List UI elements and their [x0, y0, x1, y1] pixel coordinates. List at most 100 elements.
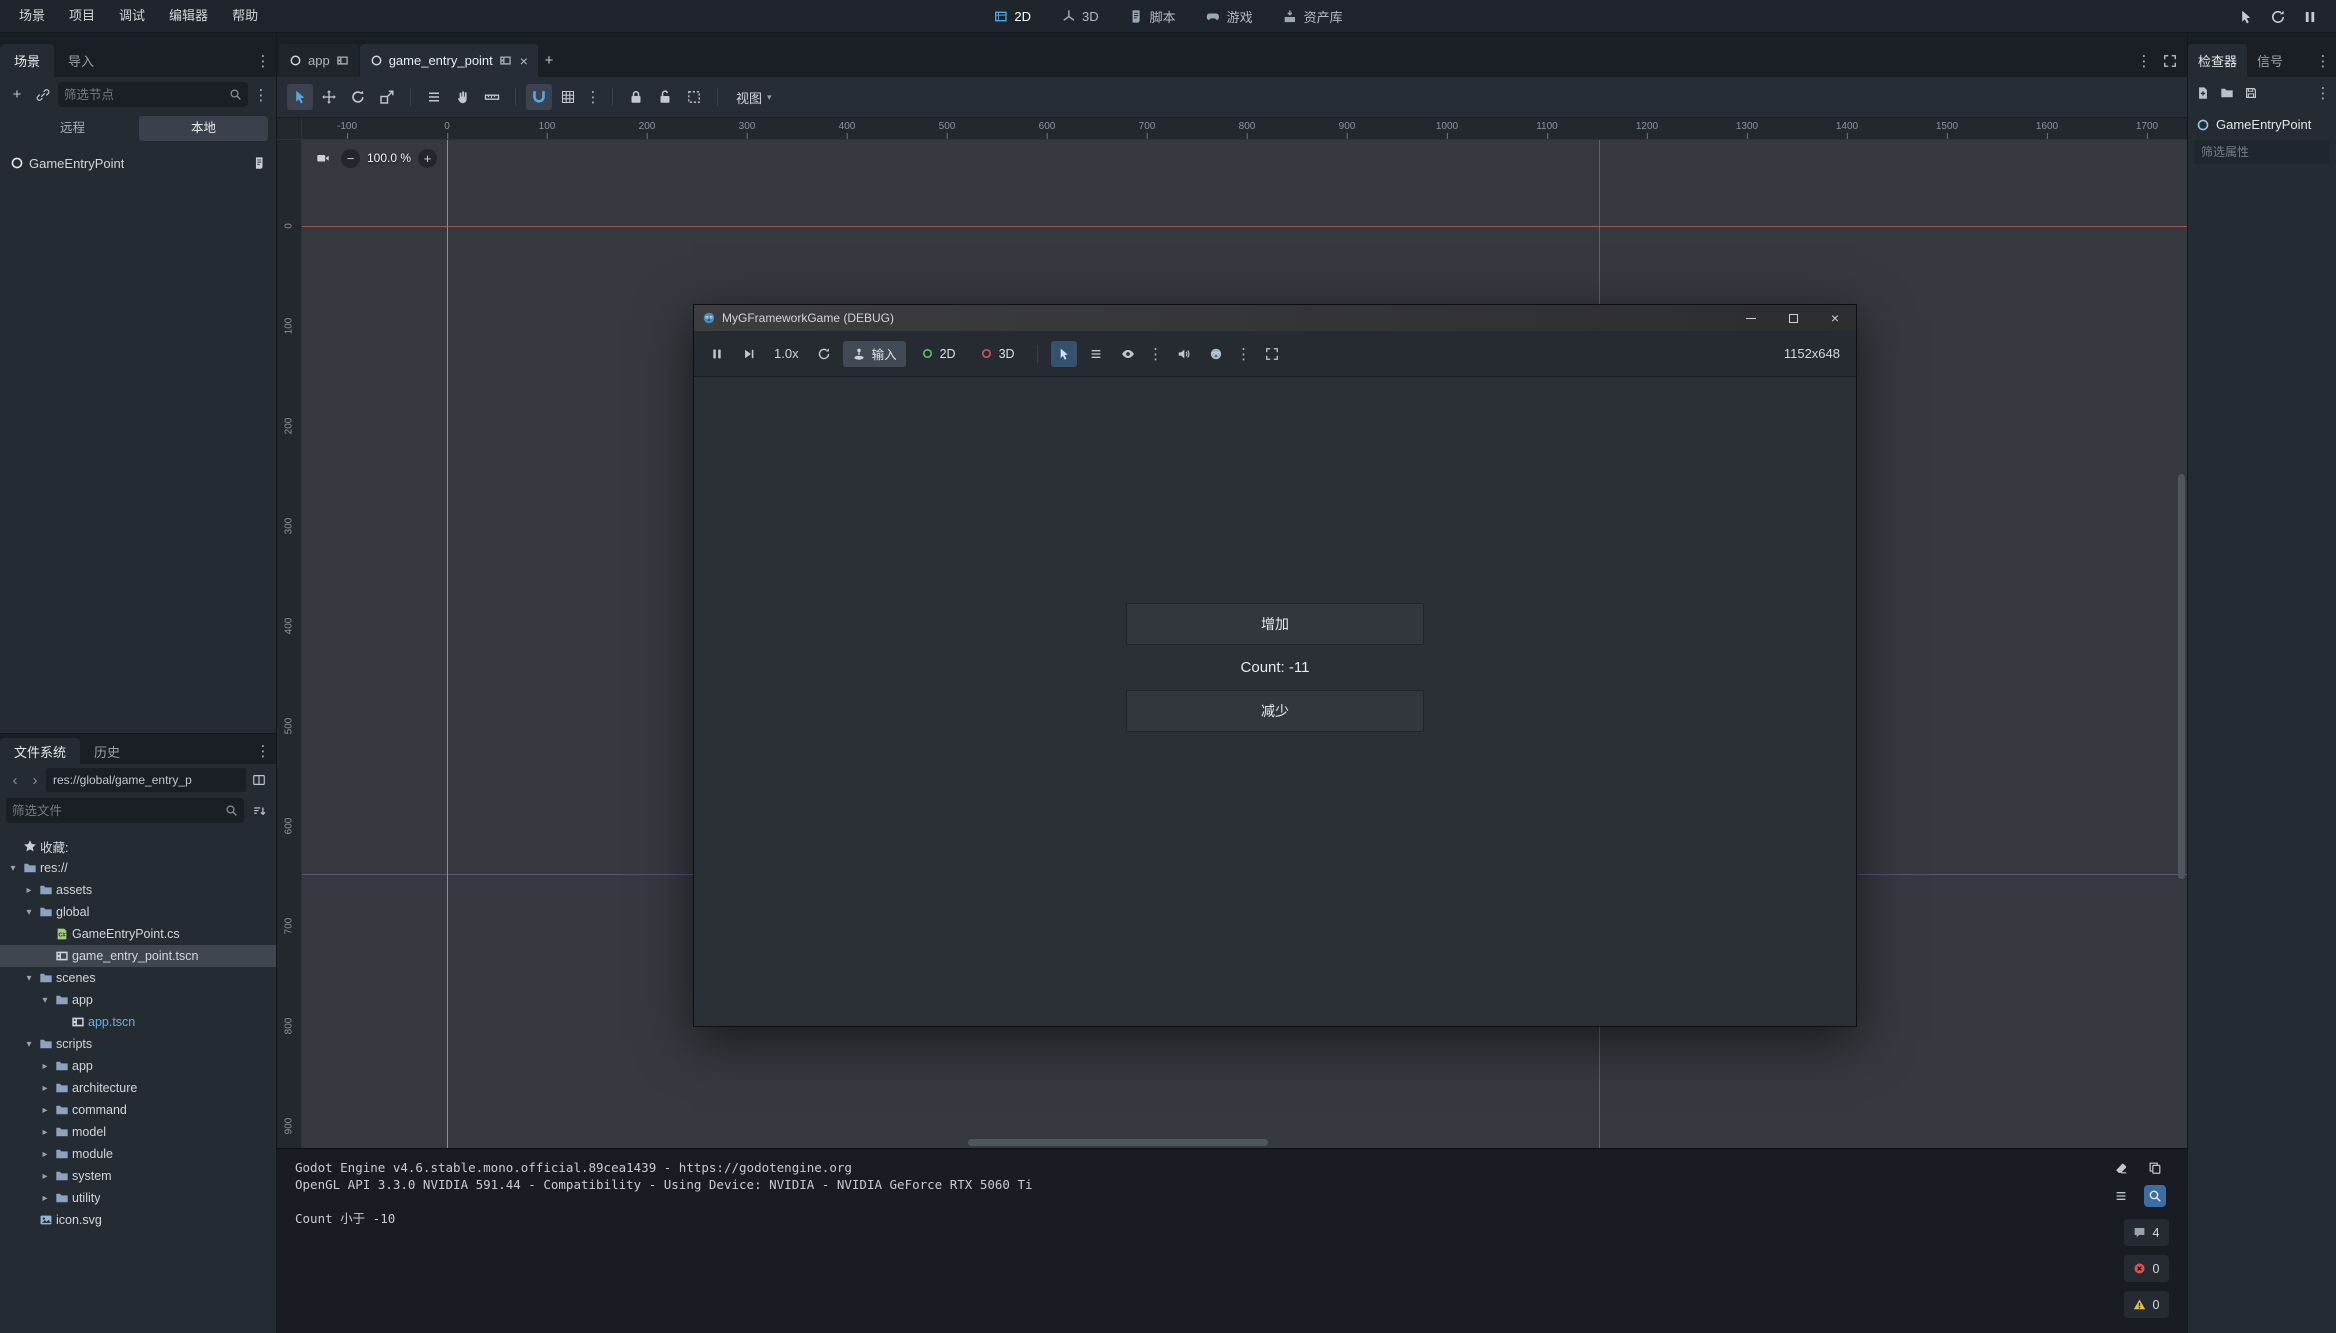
fullscreen-button[interactable] — [1259, 341, 1285, 367]
select-options-menu-icon[interactable]: ⋮ — [1147, 345, 1165, 363]
input-mode-button[interactable]: 输入 — [843, 341, 906, 367]
menu-item[interactable]: 调试 — [108, 0, 156, 32]
suspend-button[interactable] — [704, 341, 730, 367]
group-button[interactable] — [681, 84, 707, 110]
file-tree-item[interactable]: app.tscn — [0, 1011, 276, 1033]
workspace-tab[interactable]: 2D — [981, 0, 1043, 33]
menu-item[interactable]: 场景 — [8, 0, 56, 32]
expand-chevron-icon[interactable] — [22, 1039, 36, 1050]
sort-files-button[interactable] — [248, 800, 270, 822]
scrollbar-thumb[interactable] — [2178, 474, 2185, 879]
scene-filter-input[interactable] — [64, 88, 229, 102]
menu-item[interactable]: 项目 — [58, 0, 106, 32]
property-filter-input[interactable] — [2194, 140, 2330, 164]
file-tree-item[interactable]: global — [0, 901, 276, 923]
resource-menu-icon[interactable]: ⋮ — [2314, 84, 2332, 102]
file-tree-item[interactable]: architecture — [0, 1077, 276, 1099]
workspace-tab[interactable]: 脚本 — [1117, 0, 1188, 33]
pan-tool[interactable] — [450, 84, 476, 110]
workspace-tab[interactable]: 游戏 — [1194, 0, 1265, 33]
expand-chevron-icon[interactable] — [38, 1127, 52, 1138]
dock-tab[interactable]: 文件系统 — [0, 738, 80, 764]
message-filter-badge[interactable]: 4 — [2124, 1219, 2169, 1246]
scene-dock-menu-icon[interactable]: ⋮ — [254, 52, 272, 70]
new-resource-button[interactable] — [2192, 82, 2214, 104]
vertical-ruler[interactable]: 0100200300400500600700800900 — [277, 140, 302, 1148]
reset-speed-button[interactable] — [811, 341, 837, 367]
file-tree-item[interactable]: model — [0, 1121, 276, 1143]
speed-menu[interactable]: 1.0x — [768, 346, 805, 361]
horizontal-ruler[interactable]: -100010020030040050060070080090010001100… — [302, 118, 2187, 140]
expand-chevron-icon[interactable] — [6, 863, 20, 874]
local-button[interactable]: 本地 — [139, 116, 268, 141]
inspected-node-row[interactable]: GameEntryPoint — [2188, 109, 2336, 136]
minimize-button[interactable] — [1730, 305, 1772, 331]
path-field[interactable] — [46, 768, 246, 792]
scene-tab[interactable]: app × — [279, 44, 359, 77]
workspace-tab[interactable]: 3D — [1049, 0, 1111, 33]
scale-tool[interactable] — [374, 84, 400, 110]
file-tree-item[interactable]: res:// — [0, 857, 276, 879]
file-tree-item[interactable]: module — [0, 1143, 276, 1165]
file-tree-item[interactable]: scripts — [0, 1033, 276, 1055]
scene-tree-menu-icon[interactable]: ⋮ — [252, 86, 270, 104]
file-filter-input[interactable] — [12, 804, 225, 818]
pause-game-button[interactable] — [2298, 5, 2322, 29]
inspector-dock-menu-icon[interactable]: ⋮ — [2314, 52, 2332, 70]
list-select-tool[interactable] — [421, 84, 447, 110]
move-tool[interactable] — [316, 84, 342, 110]
expand-chevron-icon[interactable] — [38, 1149, 52, 1160]
dock-tab[interactable]: 场景 — [0, 44, 54, 77]
increase-button[interactable]: 增加 — [1126, 603, 1424, 645]
highlight-selection-button[interactable] — [1115, 341, 1141, 367]
file-tree-item[interactable]: assets — [0, 879, 276, 901]
save-resource-button[interactable] — [2240, 82, 2262, 104]
camera-3d-button[interactable]: 3D — [971, 341, 1024, 367]
select-tool[interactable] — [287, 84, 313, 110]
expand-chevron-icon[interactable] — [22, 973, 36, 984]
unlock-button[interactable] — [652, 84, 678, 110]
game-window-titlebar[interactable]: MyGFrameworkGame (DEBUG) × — [694, 305, 1856, 331]
workspace-tab[interactable]: 资产库 — [1271, 0, 1355, 33]
expand-chevron-icon[interactable] — [38, 1105, 52, 1116]
search-output-button[interactable] — [2144, 1185, 2166, 1207]
zoom-in-button[interactable]: + — [418, 149, 437, 168]
file-tree-item[interactable]: system — [0, 1165, 276, 1187]
file-tree-item[interactable]: 收藏: — [0, 835, 276, 857]
snap-options-menu-icon[interactable]: ⋮ — [584, 88, 602, 106]
message-filter-badge[interactable]: 0 — [2124, 1255, 2169, 1282]
zoom-level[interactable]: 100.0 % — [367, 151, 411, 165]
expand-chevron-icon[interactable] — [22, 885, 36, 896]
grid-snap-toggle[interactable] — [555, 84, 581, 110]
embed-options-menu-icon[interactable]: ⋮ — [1235, 345, 1253, 363]
camera-override-button[interactable] — [312, 147, 334, 169]
file-tree-item[interactable]: utility — [0, 1187, 276, 1209]
file-tree-item[interactable]: game_entry_point.tscn — [0, 945, 276, 967]
game-focus-button[interactable] — [2234, 5, 2258, 29]
zoom-out-button[interactable]: − — [341, 149, 360, 168]
next-frame-button[interactable] — [736, 341, 762, 367]
expand-viewport-button[interactable] — [2159, 50, 2181, 72]
lock-button[interactable] — [623, 84, 649, 110]
scene-tab[interactable]: game_entry_point × — [360, 44, 538, 77]
file-tree-item[interactable]: app — [0, 1055, 276, 1077]
menu-item[interactable]: 帮助 — [221, 0, 269, 32]
scrollbar-thumb[interactable] — [968, 1139, 1268, 1146]
maximize-button[interactable] — [1772, 305, 1814, 331]
nav-back-button[interactable]: ‹ — [6, 772, 24, 789]
tab-list-menu-icon[interactable]: ⋮ — [2135, 52, 2153, 70]
menu-item[interactable]: 编辑器 — [158, 0, 219, 32]
dock-tab[interactable]: 历史 — [80, 738, 134, 764]
copy-output-button[interactable] — [2144, 1157, 2166, 1179]
clear-output-button[interactable] — [2110, 1157, 2132, 1179]
collapse-duplicates-button[interactable] — [2110, 1185, 2132, 1207]
new-tab-button[interactable]: + — [538, 50, 560, 72]
dock-tab[interactable]: 信号 — [2247, 44, 2293, 77]
remote-button[interactable]: 远程 — [8, 116, 137, 141]
file-tree-item[interactable]: icon.svg — [0, 1209, 276, 1231]
file-tree-item[interactable]: GameEntryPoint.cs — [0, 923, 276, 945]
dock-tab[interactable]: 检查器 — [2188, 44, 2247, 77]
smart-snap-toggle[interactable] — [526, 84, 552, 110]
close-tab-icon[interactable]: × — [520, 53, 528, 69]
file-tree-item[interactable]: command — [0, 1099, 276, 1121]
